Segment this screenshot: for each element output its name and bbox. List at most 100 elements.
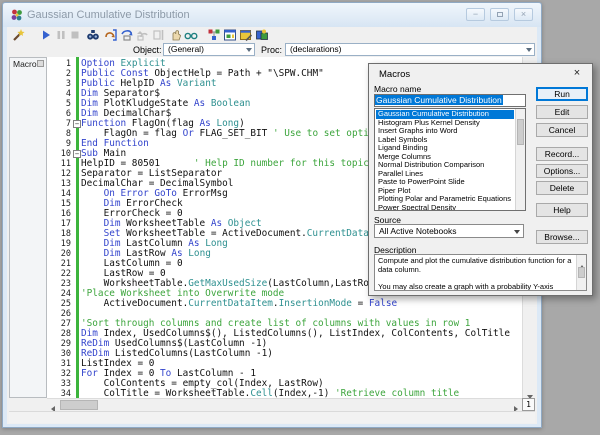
list-scroll-thumb[interactable] <box>517 119 524 145</box>
close-button[interactable]: × <box>514 8 533 21</box>
quick-watch-icon[interactable] <box>184 28 198 42</box>
dialog-editor-icon[interactable] <box>223 28 237 42</box>
toolbar <box>7 27 537 43</box>
help-button[interactable]: Help <box>536 203 588 217</box>
minimize-button[interactable]: − <box>466 8 485 21</box>
macro-list-item[interactable]: Paste to PowerPoint Slide <box>376 178 514 187</box>
line-number: 30 <box>47 349 72 359</box>
object-proc-row: Object: (General) Proc: (declarations) <box>7 43 537 57</box>
record-button[interactable]: Record... <box>536 147 588 161</box>
description-scrollbar[interactable] <box>576 255 586 290</box>
description-line: You may also create a graph with a proba… <box>378 283 574 291</box>
line-number: 20 <box>47 249 72 259</box>
scroll-down-button[interactable] <box>523 386 536 398</box>
horizontal-scrollbar[interactable] <box>47 398 522 411</box>
line-number: 1 <box>47 59 72 69</box>
fold-marker[interactable]: − <box>73 150 81 158</box>
stop-icon[interactable] <box>68 28 82 42</box>
line-number: 32 <box>47 369 72 379</box>
line-number: 7 <box>47 119 72 129</box>
macro-list-item[interactable]: Normal Distribution Comparison <box>376 161 514 170</box>
line-number: 16 <box>47 209 72 219</box>
cancel-button[interactable]: Cancel <box>536 123 588 137</box>
list-scroll-down-button[interactable] <box>516 201 526 210</box>
line-number: 12 <box>47 169 72 179</box>
line-number: 11 <box>47 159 72 169</box>
source-combobox[interactable]: All Active Notebooks <box>374 224 524 238</box>
macro-list-item[interactable]: Histogram Plus Kernel Density <box>376 119 514 128</box>
maximize-icon <box>497 12 503 17</box>
line-number: 10 <box>47 149 72 159</box>
horizontal-scroll-thumb[interactable] <box>60 400 98 410</box>
line-number: 19 <box>47 239 72 249</box>
macro-wand-icon[interactable] <box>11 28 25 42</box>
macro-name-label: Macro name <box>374 84 421 94</box>
desc-scroll-thumb[interactable] <box>578 267 585 278</box>
macro-list-item[interactable]: Plotting Polar and Parametric Equations <box>376 195 514 204</box>
list-scrollbar[interactable] <box>515 109 525 210</box>
step-into-icon[interactable] <box>104 28 118 42</box>
pause-icon[interactable] <box>54 28 68 42</box>
line-number: 5 <box>47 99 72 109</box>
edit-userdialog-icon[interactable] <box>239 28 253 42</box>
description-box: Compute and plot the cumulative distribu… <box>374 254 587 291</box>
line-number: 21 <box>47 259 72 269</box>
macro-list-item[interactable]: Power Spectral Density <box>376 204 514 211</box>
proc-combobox[interactable]: (declarations) <box>285 43 535 56</box>
scroll-right-button[interactable] <box>510 399 522 411</box>
step-to-cursor-icon[interactable] <box>152 28 166 42</box>
run-button[interactable]: Run <box>536 87 588 101</box>
references-icon[interactable] <box>255 28 269 42</box>
scroll-left-button[interactable] <box>47 399 59 411</box>
delete-button[interactable]: Delete <box>536 181 588 195</box>
line-number: 26 <box>47 309 72 319</box>
desc-scroll-down-button[interactable] <box>577 281 587 290</box>
step-out-icon[interactable] <box>136 28 150 42</box>
macro-list-item[interactable]: Label Symbols <box>376 136 514 145</box>
list-scroll-up-button[interactable] <box>516 109 526 118</box>
code-line[interactable]: 25 ActiveDocument.CurrentDataItem.Insert… <box>47 299 525 309</box>
fold-marker[interactable]: − <box>73 120 81 128</box>
selected-text: Gaussian Cumulative Distribution <box>375 95 503 105</box>
macro-dock-panel[interactable]: Macro <box>9 57 47 398</box>
macro-name-input[interactable]: Gaussian Cumulative Distribution <box>374 94 526 107</box>
chevron-down-icon <box>526 48 532 52</box>
line-number: 13 <box>47 179 72 189</box>
line-number: 6 <box>47 109 72 119</box>
macro-list-item[interactable]: Parallel Lines <box>376 170 514 179</box>
macro-list-item[interactable]: Ligand Binding <box>376 144 514 153</box>
pane-indicator: 1 <box>522 398 535 411</box>
line-number: 23 <box>47 279 72 289</box>
title-bar[interactable]: Gaussian Cumulative Distribution − × <box>3 3 541 27</box>
proc-label: Proc: <box>261 45 282 55</box>
object-browser-icon[interactable] <box>207 28 221 42</box>
dialog-close-icon[interactable]: × <box>570 67 584 81</box>
macro-list-item[interactable]: Piper Plot <box>376 187 514 196</box>
macro-list-item[interactable]: Gaussian Cumulative Distribution <box>376 110 514 119</box>
line-number: 18 <box>47 229 72 239</box>
line-number: 3 <box>47 79 72 89</box>
desc-scroll-up-button[interactable] <box>577 255 587 264</box>
macro-list-item[interactable]: Insert Graphs into Word <box>376 127 514 136</box>
browse-button[interactable]: Browse... <box>536 230 588 244</box>
line-number: 34 <box>47 389 72 398</box>
dock-close-button[interactable] <box>37 60 44 67</box>
macro-list[interactable]: Gaussian Cumulative DistributionHistogra… <box>374 108 526 211</box>
line-number: 24 <box>47 289 72 299</box>
step-over-icon[interactable] <box>120 28 134 42</box>
app-icon <box>10 8 24 22</box>
find-icon[interactable] <box>86 28 100 42</box>
maximize-button[interactable] <box>490 8 509 21</box>
edit-button[interactable]: Edit <box>536 105 588 119</box>
chevron-down-icon <box>246 48 252 52</box>
code-line[interactable]: 34 ColTitle = WorksheetTable.Cell(Index,… <box>47 389 525 398</box>
run-icon[interactable] <box>39 28 53 42</box>
options-button[interactable]: Options... <box>536 164 588 178</box>
description-line: data column. <box>378 266 574 275</box>
macro-list-item[interactable]: Merge Columns <box>376 153 514 162</box>
object-combobox[interactable]: (General) <box>163 43 255 56</box>
line-number: 27 <box>47 319 72 329</box>
chevron-down-icon <box>514 230 520 234</box>
toggle-breakpoint-icon[interactable] <box>169 28 183 42</box>
line-number: 29 <box>47 339 72 349</box>
